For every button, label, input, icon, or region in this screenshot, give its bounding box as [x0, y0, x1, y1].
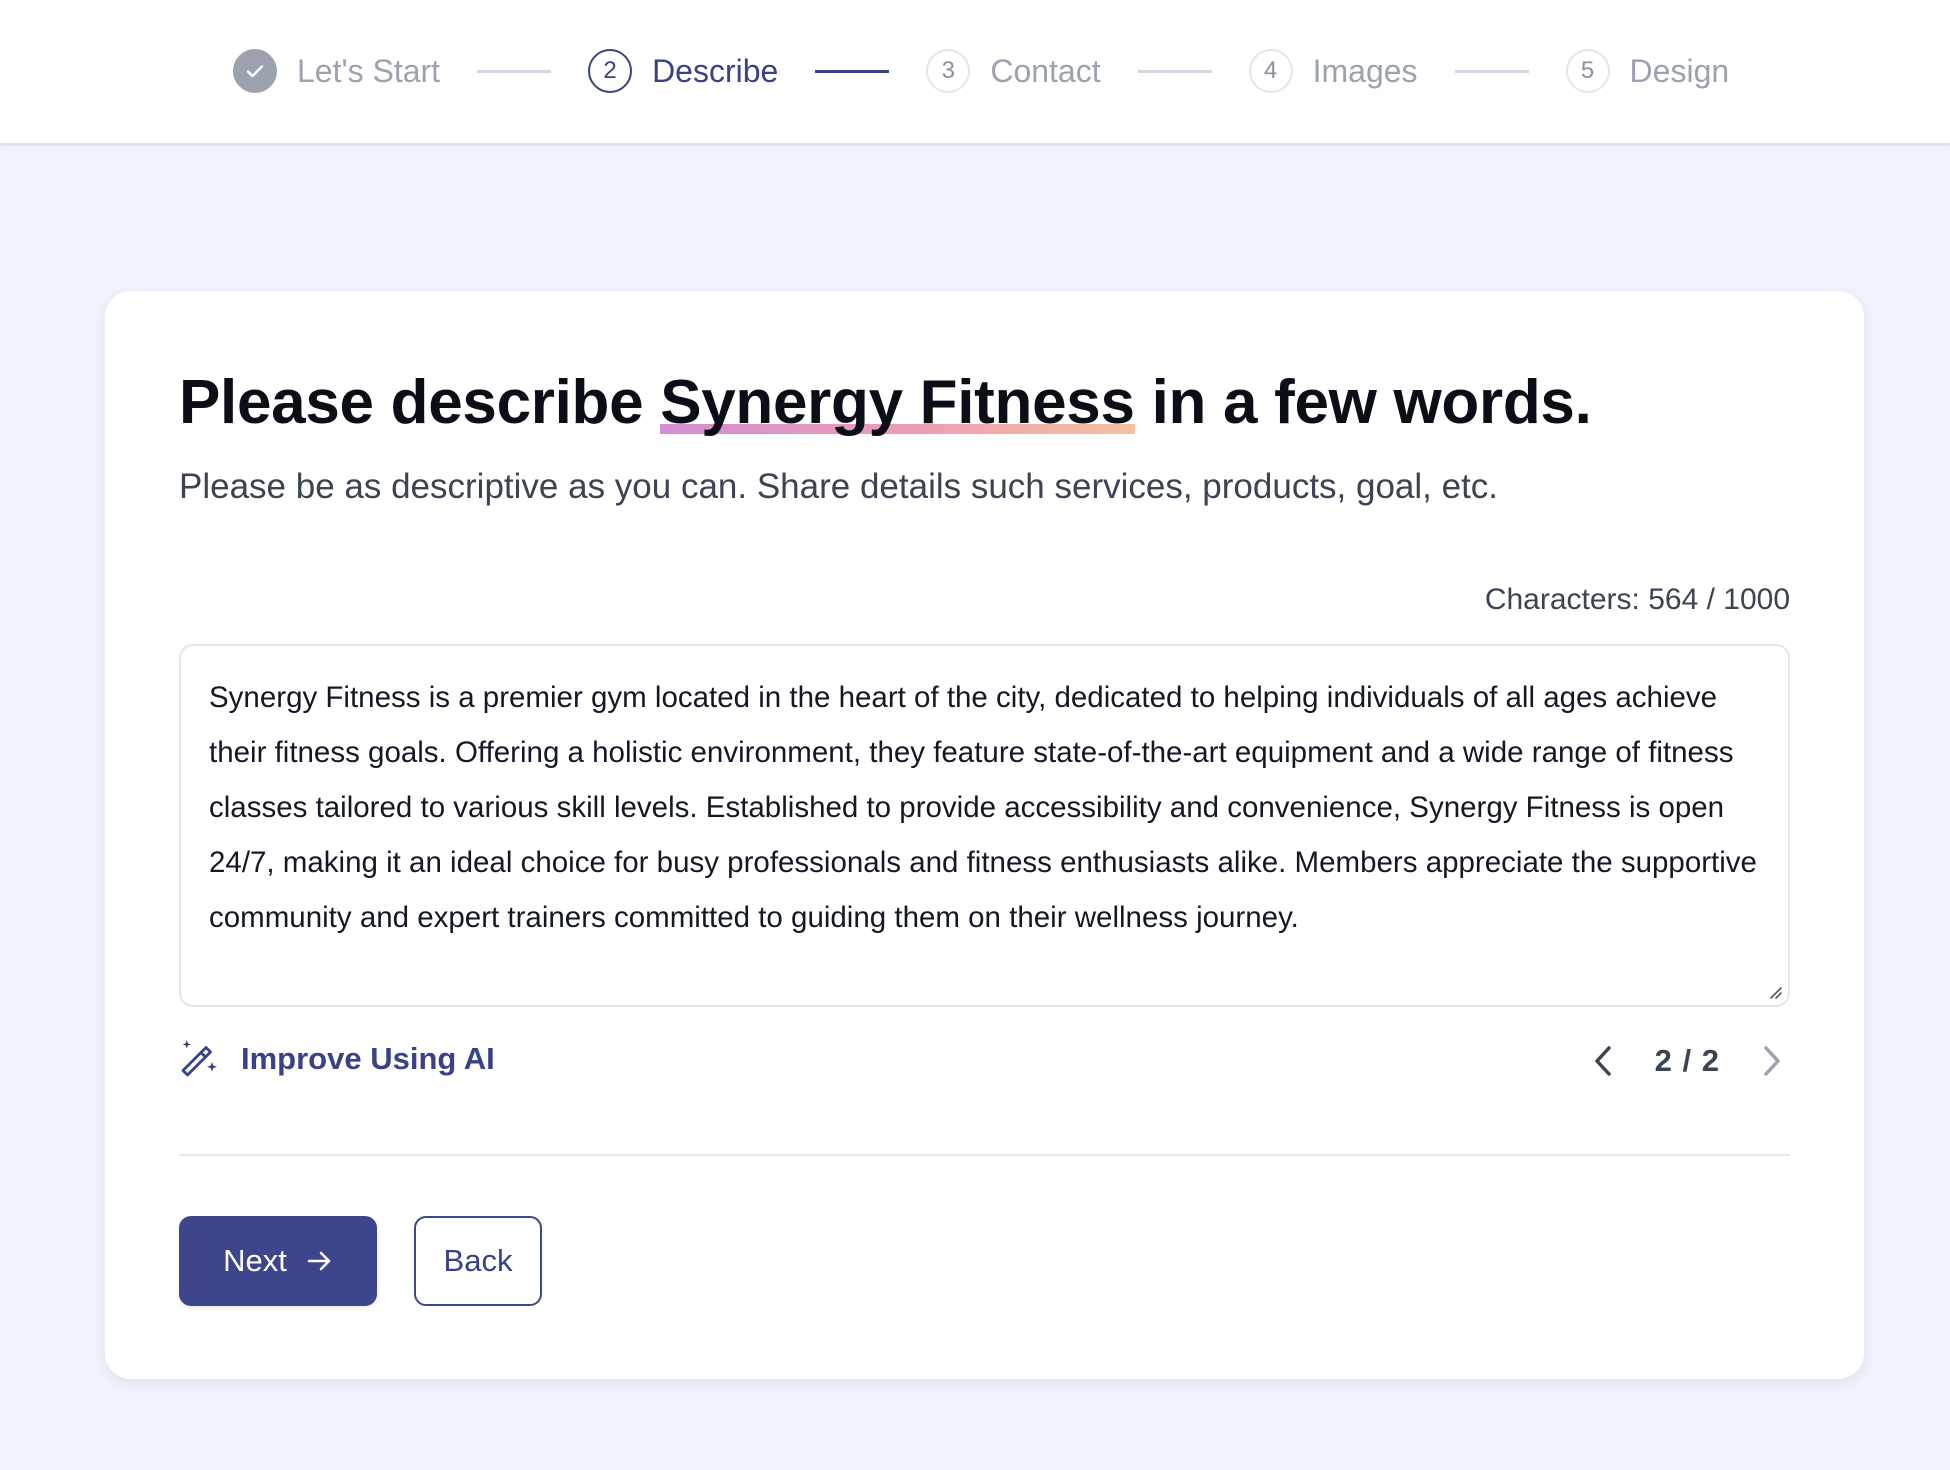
previous-version-button[interactable] [1585, 1039, 1621, 1083]
step-connector [1137, 69, 1212, 73]
improve-label: Improve Using AI [241, 1041, 495, 1076]
top-header: Let's Start 2 Describe 3 Contact 4 Image… [0, 0, 1950, 144]
step-number: 5 [1565, 49, 1610, 93]
character-counter: Characters: 564 / 1000 [1484, 583, 1790, 616]
step-images[interactable]: 4 Images [1248, 49, 1418, 93]
description-text: Synergy Fitness is a premier gym located… [209, 681, 1757, 934]
chevron-right-icon [1764, 1046, 1780, 1076]
next-button[interactable]: Next [179, 1216, 377, 1306]
page-subtitle: Please be as descriptive as you can. Sha… [179, 467, 1499, 506]
arrow-right-icon [307, 1251, 331, 1271]
step-label: Design [1629, 52, 1730, 89]
step-label: Contact [990, 52, 1101, 89]
step-connector [1454, 69, 1529, 73]
step-describe[interactable]: 2 Describe [588, 49, 778, 93]
version-pager: 2 / 2 [1585, 1039, 1790, 1083]
description-textarea[interactable]: Synergy Fitness is a premier gym located… [179, 644, 1790, 1007]
step-connector [477, 69, 552, 73]
title-suffix: in a few words. [1134, 368, 1592, 437]
step-label: Describe [652, 52, 779, 89]
resize-handle-icon[interactable] [1768, 985, 1782, 999]
describe-card: Please describe Synergy Fitness in a few… [105, 291, 1864, 1379]
step-design[interactable]: 5 Design [1565, 49, 1730, 93]
step-number: 2 [588, 49, 633, 93]
back-button[interactable]: Back [414, 1216, 542, 1306]
page-title: Please describe Synergy Fitness in a few… [179, 367, 1592, 438]
next-version-button[interactable] [1754, 1039, 1790, 1083]
version-indicator: 2 / 2 [1654, 1043, 1720, 1078]
step-label: Images [1312, 52, 1418, 89]
chevron-left-icon [1594, 1046, 1611, 1076]
section-divider [179, 1154, 1790, 1156]
business-name-highlight: Synergy Fitness [660, 367, 1136, 438]
check-icon [246, 65, 264, 78]
next-label: Next [223, 1243, 287, 1278]
title-prefix: Please describe [179, 368, 661, 437]
improve-using-ai-button[interactable]: Improve Using AI [179, 1039, 495, 1079]
step-lets-start[interactable]: Let's Start [233, 49, 440, 93]
step-number: 4 [1248, 49, 1293, 93]
step-number: 3 [926, 49, 971, 93]
step-label: Let's Start [297, 52, 441, 89]
magic-wand-icon [181, 1040, 217, 1077]
back-label: Back [443, 1243, 513, 1278]
step-completed-badge [233, 49, 277, 93]
step-contact[interactable]: 3 Contact [926, 49, 1101, 93]
step-connector [815, 69, 890, 73]
business-name: Synergy Fitness [660, 368, 1135, 437]
progress-stepper: Let's Start 2 Describe 3 Contact 4 Image… [233, 49, 1729, 93]
